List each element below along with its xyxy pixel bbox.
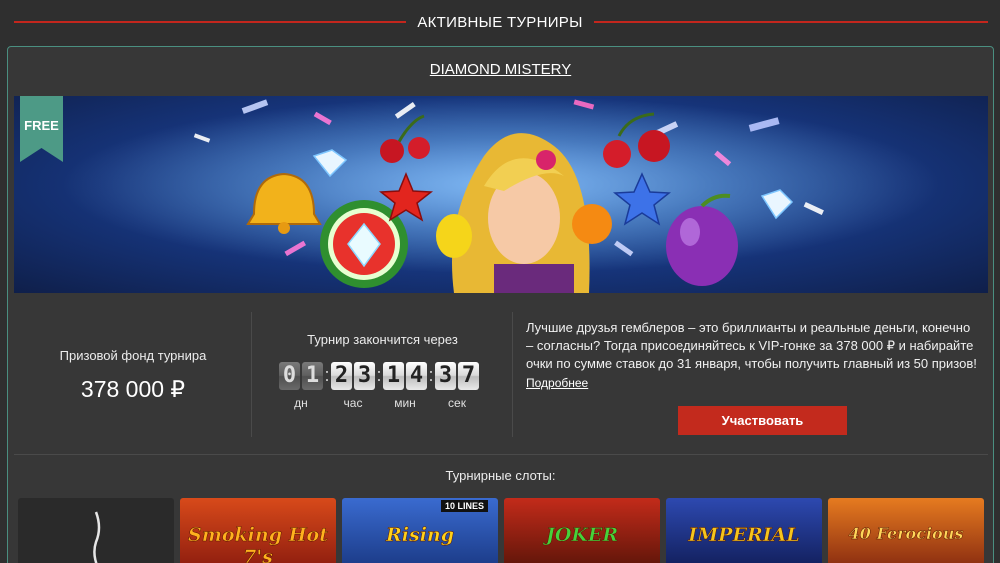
slots-row: Smoking Hot 7's 10 LINES Rising JOKER IM… — [18, 498, 984, 563]
slot-tile-imperial[interactable]: IMPERIAL — [666, 498, 822, 563]
ends-label: Турнир закончится через — [307, 332, 458, 347]
timer-unit-hours: час — [343, 396, 363, 410]
slot-title: IMPERIAL — [688, 524, 800, 547]
header-divider-left — [14, 21, 406, 23]
slots-label: Турнирные слоты: — [445, 468, 556, 483]
banner-artwork — [14, 96, 988, 293]
slot-tile-joker[interactable]: JOKER — [504, 498, 660, 563]
timer-digit: 4 — [406, 362, 427, 390]
description-column: Лучшие друзья гемблеров – это бриллианты… — [513, 312, 988, 437]
tournament-card: DIAMOND MISTERY FREE Призовой фонд турни… — [7, 46, 994, 563]
slot-title: 40 Ferocious — [848, 524, 964, 544]
slot-lines-badge: 10 LINES — [440, 500, 488, 512]
slot-tile-loading[interactable] — [18, 498, 174, 563]
timer-unit-seconds: сек — [448, 396, 466, 410]
more-link[interactable]: Подробнее — [526, 376, 588, 390]
header-divider-right — [594, 21, 988, 23]
timer-digit: 3 — [354, 362, 375, 390]
slot-tile-ferocious[interactable]: 40 Ferocious — [828, 498, 984, 563]
timer-digit: 3 — [435, 362, 456, 390]
section-title: АКТИВНЫЕ ТУРНИРЫ — [417, 13, 583, 31]
timer-unit-days: дн — [294, 396, 308, 410]
timer-column: Турнир закончится через 0 1 : 2 3 : 1 4 … — [252, 312, 513, 437]
slot-title: Rising — [385, 524, 455, 547]
tournament-description: Лучшие друзья гемблеров – это бриллианты… — [526, 320, 977, 371]
tournament-info: Призовой фонд турнира 378 000 ₽ Турнир з… — [14, 312, 988, 437]
timer-digit: 1 — [302, 362, 323, 390]
countdown-timer: 0 1 : 2 3 : 1 4 : 3 7 дн час мин сек — [279, 362, 489, 412]
slot-title: JOKER — [545, 524, 619, 547]
slot-tile-rising[interactable]: 10 LINES Rising — [342, 498, 498, 563]
timer-digit: 0 — [279, 362, 300, 390]
lemon-symbol — [436, 214, 472, 258]
section-divider — [14, 454, 988, 455]
slot-title: Smoking Hot 7's — [188, 524, 329, 563]
join-button[interactable]: Участвовать — [678, 406, 847, 435]
timer-digit: 1 — [383, 362, 404, 390]
prize-column: Призовой фонд турнира 378 000 ₽ — [14, 312, 252, 437]
timer-colon: : — [428, 365, 434, 385]
section-header: АКТИВНЫЕ ТУРНИРЫ — [0, 0, 1000, 44]
slot-tile-smoking-hot[interactable]: Smoking Hot 7's — [180, 498, 336, 563]
timer-digit: 2 — [331, 362, 352, 390]
loading-spinner-icon — [93, 511, 101, 563]
prize-value: 378 000 ₽ — [80, 376, 186, 402]
free-badge-label: FREE — [24, 118, 59, 133]
timer-colon: : — [324, 365, 330, 385]
tournament-title-wrap: DIAMOND MISTERY — [8, 61, 993, 79]
timer-digit: 7 — [458, 362, 479, 390]
prize-label: Призовой фонд турнира — [59, 348, 207, 363]
tournament-title-link[interactable]: DIAMOND MISTERY — [430, 61, 571, 78]
timer-colon: : — [376, 365, 382, 385]
free-ribbon: FREE — [20, 96, 63, 162]
tournament-banner[interactable]: FREE — [14, 96, 988, 293]
orange-symbol — [572, 204, 612, 244]
timer-unit-minutes: мин — [394, 396, 416, 410]
